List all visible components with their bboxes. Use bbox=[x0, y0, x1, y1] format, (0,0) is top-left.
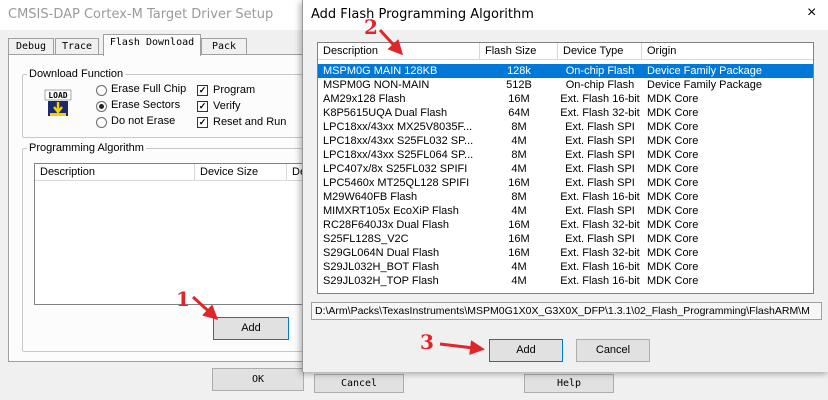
annotation-arrows bbox=[191, 28, 485, 356]
tab-flash-download[interactable]: Flash Download bbox=[103, 34, 201, 56]
step-1-arrow bbox=[191, 295, 219, 321]
step-3-arrow bbox=[439, 340, 485, 356]
step-2-arrow bbox=[378, 28, 404, 56]
